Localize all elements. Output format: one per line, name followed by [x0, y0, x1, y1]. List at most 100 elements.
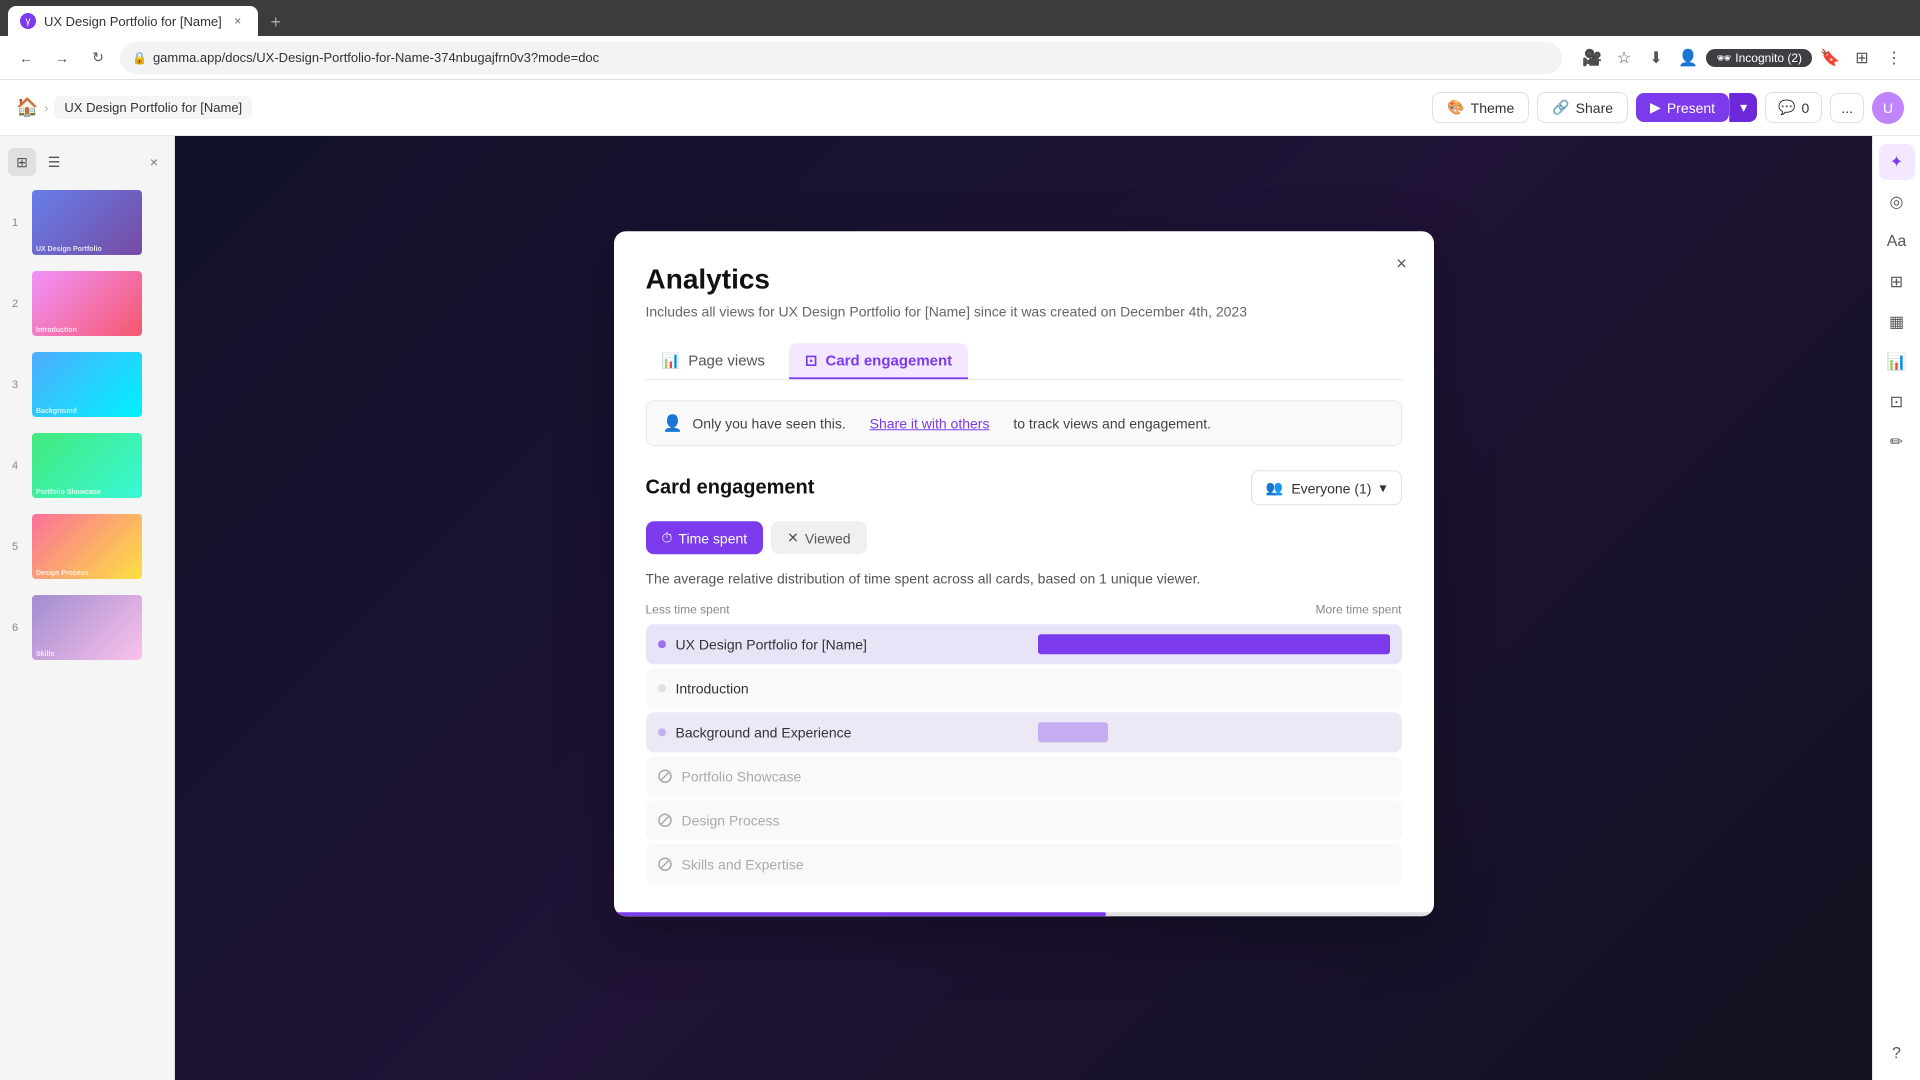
slides-sidebar: ⊞ ☰ × 1 UX Design Portfolio 2 Introducti…	[0, 136, 175, 1080]
url-text: gamma.app/docs/UX-Design-Portfolio-for-N…	[153, 50, 599, 65]
chart-button[interactable]: 📊	[1879, 344, 1915, 380]
card-name-4: Portfolio Showcase	[682, 768, 1390, 784]
modal-tabs: 📊 Page views ⊡ Card engagement	[646, 343, 1402, 380]
card-bar-container-1	[1038, 634, 1390, 654]
text-button[interactable]: Aa	[1879, 224, 1915, 260]
sidebar-close-button[interactable]: ×	[142, 150, 166, 174]
comment-icon: 💬	[1778, 99, 1795, 116]
back-button[interactable]: ←	[12, 44, 40, 72]
section-header: Card engagement 👥 Everyone (1) ▾	[646, 470, 1402, 505]
chart-description: The average relative distribution of tim…	[646, 570, 1402, 586]
modal-title: Analytics	[646, 263, 1402, 295]
main-layout: ⊞ ☰ × 1 UX Design Portfolio 2 Introducti…	[0, 136, 1920, 1080]
card-row-2[interactable]: Introduction	[646, 668, 1402, 708]
card-bar-container-3	[1038, 722, 1390, 742]
chevron-down-icon: ▾	[1379, 479, 1386, 496]
reload-button[interactable]: ↻	[84, 44, 112, 72]
card-dot-4	[658, 769, 672, 783]
slide-thumbnail-3: Background	[32, 352, 142, 417]
tab-card-engagement[interactable]: ⊡ Card engagement	[789, 343, 968, 379]
star-icon[interactable]: ☆	[1610, 44, 1638, 72]
menu-icon[interactable]: ⋮	[1880, 44, 1908, 72]
comments-button[interactable]: 💬 0	[1765, 92, 1822, 123]
slide-thumbnail-2: Introduction	[32, 271, 142, 336]
extensions-icon[interactable]: ⊞	[1848, 44, 1876, 72]
section-title: Card engagement	[646, 476, 815, 499]
incognito-label: Incognito (2)	[1735, 51, 1802, 65]
tab-page-views[interactable]: 📊 Page views	[646, 343, 781, 379]
slide-item-1[interactable]: 1 UX Design Portfolio	[8, 184, 166, 261]
incognito-badge: 🕶 Incognito (2)	[1706, 49, 1812, 67]
present-button[interactable]: ▶ Present	[1636, 93, 1729, 122]
new-tab-button[interactable]: +	[262, 8, 290, 36]
card-row-6[interactable]: Skills and Expertise	[646, 844, 1402, 884]
share-link[interactable]: Share it with others	[870, 415, 990, 431]
breadcrumb-current-page[interactable]: UX Design Portfolio for [Name]	[54, 96, 252, 119]
subtabs: ⏱ Time spent ✕ Viewed	[646, 521, 1402, 554]
settings-button[interactable]: ◎	[1879, 184, 1915, 220]
edit-button[interactable]: ✏	[1879, 424, 1915, 460]
tab-close-button[interactable]: ×	[230, 13, 246, 29]
engagement-icon: ⊡	[805, 351, 818, 369]
bookmarks-icon[interactable]: 🔖	[1816, 44, 1844, 72]
present-dropdown-button[interactable]: ▾	[1729, 93, 1757, 122]
subtab-viewed[interactable]: ✕ Viewed	[771, 521, 866, 554]
breadcrumb-separator: ›	[44, 101, 48, 115]
more-button[interactable]: ...	[1830, 93, 1864, 123]
slide-item-3[interactable]: 3 Background	[8, 346, 166, 423]
card-row-4[interactable]: Portfolio Showcase	[646, 756, 1402, 796]
card-name-6: Skills and Expertise	[682, 856, 1390, 872]
card-name-3: Background and Experience	[676, 724, 1028, 740]
bar-chart-icon: 📊	[662, 351, 681, 369]
toolbar-actions: 🎨 Theme 🔗 Share ▶ Present ▾ 💬 0 ... U	[1432, 92, 1904, 124]
everyone-dropdown[interactable]: 👥 Everyone (1) ▾	[1251, 470, 1402, 505]
forward-button[interactable]: →	[48, 44, 76, 72]
card-row-5[interactable]: Design Process	[646, 800, 1402, 840]
card-dot-5	[658, 813, 672, 827]
list-view-button[interactable]: ☰	[40, 148, 68, 176]
address-bar[interactable]: 🔒 gamma.app/docs/UX-Design-Portfolio-for…	[120, 42, 1562, 74]
slide-item-6[interactable]: 6 Skills	[8, 589, 166, 666]
card-row-3[interactable]: Background and Experience	[646, 712, 1402, 752]
grid-view-button[interactable]: ⊞	[8, 148, 36, 176]
card-name-1: UX Design Portfolio for [Name]	[676, 636, 1028, 652]
media-button[interactable]: ▦	[1879, 304, 1915, 340]
table-button[interactable]: ⊡	[1879, 384, 1915, 420]
notice-text: Only you have seen this.	[692, 415, 845, 431]
analytics-modal: × Analytics Includes all views for UX De…	[614, 231, 1434, 916]
ai-button[interactable]: ✦	[1879, 144, 1915, 180]
present-group: ▶ Present ▾	[1636, 93, 1757, 122]
right-sidebar: ✦ ◎ Aa ⊞ ▦ 📊 ⊡ ✏ ?	[1872, 136, 1920, 1080]
more-time-label: More time spent	[1315, 602, 1401, 616]
app-toolbar: 🏠 › UX Design Portfolio for [Name] 🎨 The…	[0, 80, 1920, 136]
tab-favicon: γ	[20, 13, 36, 29]
tab-bar: γ UX Design Portfolio for [Name] × +	[0, 0, 1920, 36]
theme-icon: 🎨	[1447, 99, 1464, 116]
help-button[interactable]: ?	[1879, 1036, 1915, 1072]
theme-button[interactable]: 🎨 Theme	[1432, 92, 1529, 123]
active-tab[interactable]: γ UX Design Portfolio for [Name] ×	[8, 6, 258, 36]
card-dot-2	[658, 684, 666, 692]
slide-item-5[interactable]: 5 Design Process	[8, 508, 166, 585]
share-button[interactable]: 🔗 Share	[1537, 92, 1628, 123]
user-avatar[interactable]: U	[1872, 92, 1904, 124]
nav-bar: ← → ↻ 🔒 gamma.app/docs/UX-Design-Portfol…	[0, 36, 1920, 80]
eye-icon: ✕	[787, 529, 799, 546]
less-time-label: Less time spent	[646, 602, 730, 616]
content-area: × Analytics Includes all views for UX De…	[175, 136, 1872, 1080]
slide-thumbnail-4: Portfolio Showcase	[32, 433, 142, 498]
play-icon: ▶	[1650, 99, 1661, 116]
layout-button[interactable]: ⊞	[1879, 264, 1915, 300]
camera-off-icon[interactable]: 🎥	[1578, 44, 1606, 72]
slide-item-4[interactable]: 4 Portfolio Showcase	[8, 427, 166, 504]
people-icon: 👥	[1266, 479, 1283, 496]
card-row-1[interactable]: UX Design Portfolio for [Name]	[646, 624, 1402, 664]
card-dot-6	[658, 857, 672, 871]
card-name-5: Design Process	[682, 812, 1390, 828]
home-icon[interactable]: 🏠	[16, 97, 38, 118]
subtab-time-spent[interactable]: ⏱ Time spent	[646, 521, 764, 554]
profile-icon[interactable]: 👤	[1674, 44, 1702, 72]
download-icon[interactable]: ⬇	[1642, 44, 1670, 72]
slide-item-2[interactable]: 2 Introduction	[8, 265, 166, 342]
modal-close-button[interactable]: ×	[1386, 247, 1418, 279]
